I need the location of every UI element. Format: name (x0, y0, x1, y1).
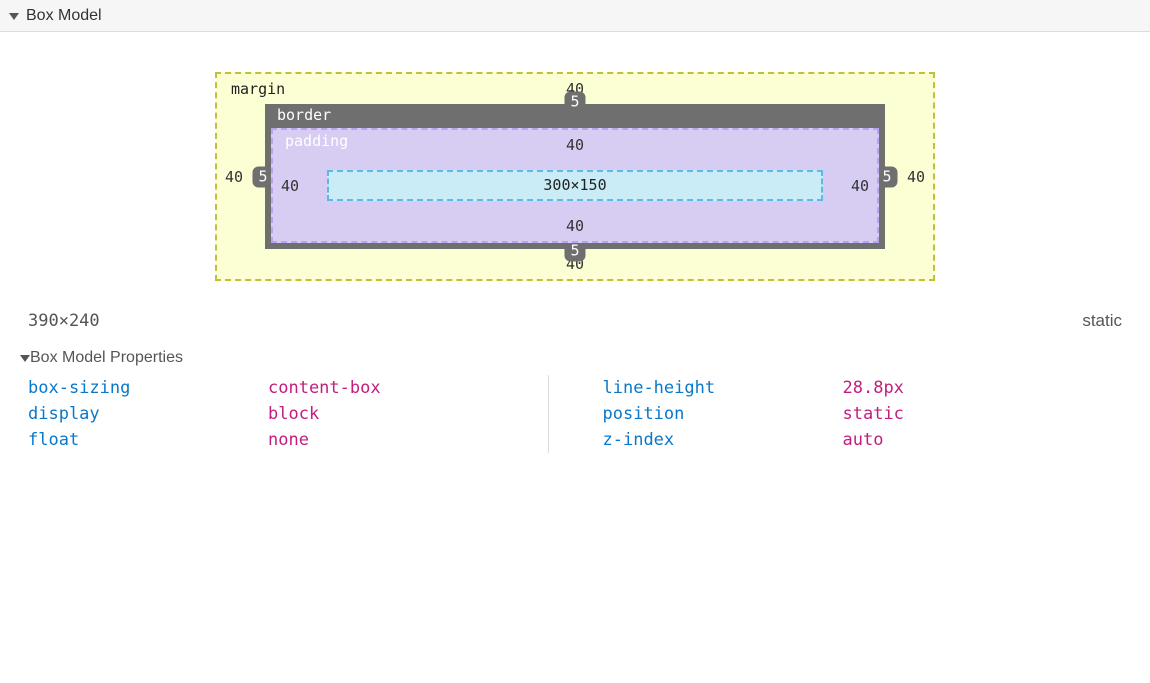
content-size[interactable]: 300×150 (543, 176, 606, 194)
property-value: block (268, 404, 319, 424)
triangle-down-icon (20, 353, 30, 363)
border-bottom[interactable]: 5 (564, 241, 585, 262)
padding-box[interactable]: padding 40 40 40 40 300×150 (271, 128, 879, 243)
property-name: z-index (603, 430, 843, 450)
padding-left[interactable]: 40 (281, 177, 299, 195)
box-model-properties-title: Box Model Properties (30, 349, 183, 367)
box-model-header-title: Box Model (26, 7, 102, 25)
border-label: border (277, 106, 331, 124)
padding-right[interactable]: 40 (851, 177, 869, 195)
property-value: auto (843, 430, 884, 450)
position-value: static (1082, 311, 1122, 331)
property-value: content-box (268, 378, 381, 398)
box-model-properties-header[interactable]: Box Model Properties (0, 345, 1150, 375)
properties-column-right: line-height 28.8px position static z-ind… (548, 375, 1123, 453)
padding-top[interactable]: 40 (566, 136, 584, 154)
property-row[interactable]: z-index auto (603, 427, 1083, 453)
padding-bottom[interactable]: 40 (566, 217, 584, 235)
property-name: display (28, 404, 268, 424)
box-model-diagram: margin 40 40 40 40 border 5 5 5 5 paddin… (0, 32, 1150, 301)
property-name: line-height (603, 378, 843, 398)
property-name: float (28, 430, 268, 450)
padding-label: padding (285, 132, 348, 150)
border-right[interactable]: 5 (876, 166, 897, 187)
box-model-header[interactable]: Box Model (0, 0, 1150, 32)
margin-right[interactable]: 40 (907, 168, 925, 186)
margin-left[interactable]: 40 (225, 168, 243, 186)
property-row[interactable]: float none (28, 427, 508, 453)
property-row[interactable]: display block (28, 401, 508, 427)
property-row[interactable]: position static (603, 401, 1083, 427)
computed-size: 390×240 (28, 311, 100, 331)
content-box[interactable]: 300×150 (327, 170, 823, 201)
border-top[interactable]: 5 (564, 92, 585, 113)
margin-box[interactable]: margin 40 40 40 40 border 5 5 5 5 paddin… (215, 72, 935, 281)
box-info-row: 390×240 static (0, 301, 1150, 345)
property-name: box-sizing (28, 378, 268, 398)
properties-column-left: box-sizing content-box display block flo… (28, 375, 548, 453)
triangle-down-icon (8, 10, 20, 22)
box-model-properties: box-sizing content-box display block flo… (0, 375, 1150, 473)
property-value: none (268, 430, 309, 450)
border-box[interactable]: border 5 5 5 5 padding 40 40 40 40 300×1… (265, 104, 885, 249)
property-row[interactable]: line-height 28.8px (603, 375, 1083, 401)
property-row[interactable]: box-sizing content-box (28, 375, 508, 401)
property-value: 28.8px (843, 378, 904, 398)
property-name: position (603, 404, 843, 424)
margin-label: margin (231, 80, 285, 98)
property-value: static (843, 404, 904, 424)
